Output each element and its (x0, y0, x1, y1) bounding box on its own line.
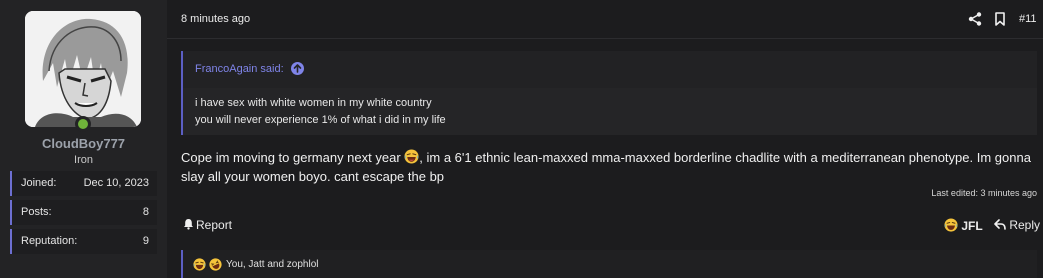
report-label: Report (196, 218, 233, 232)
online-status-indicator (75, 116, 91, 132)
stat-joined: Joined: Dec 10, 2023 (10, 171, 157, 196)
quote-text-line: you will never experience 1% of what i d… (195, 114, 446, 126)
laughing-crying-emoji-icon (944, 218, 958, 232)
post-timestamp[interactable]: 8 minutes ago (181, 13, 250, 25)
post-text: Cope im moving to germany next year (181, 150, 405, 165)
stat-reputation: Reputation: 9 (10, 229, 157, 254)
reaction-button[interactable]: JFL (944, 218, 983, 233)
quote-text-line: i have sex with white women in my white … (195, 97, 432, 109)
user-rank: Iron (74, 154, 93, 166)
stat-value: Dec 10, 2023 (83, 177, 149, 189)
avatar[interactable] (25, 11, 141, 127)
stat-value: 9 (142, 235, 149, 247)
laughing-crying-emoji-icon (193, 258, 206, 271)
bell-icon (184, 219, 193, 230)
report-button[interactable]: Report (183, 218, 232, 232)
username[interactable]: CloudBoy777 (0, 136, 167, 151)
laughing-crying-emoji-icon (404, 149, 419, 164)
stat-value: 8 (142, 206, 149, 218)
quote-block: FrancoAgain said: i have sex with white … (181, 51, 1037, 135)
post-number-link[interactable]: #11 (1019, 13, 1037, 25)
quote-header: FrancoAgain said: (183, 51, 1037, 88)
stat-posts: Posts: 8 (10, 200, 157, 225)
post-container (167, 0, 1043, 278)
last-edited-note[interactable]: Last edited: 3 minutes ago (931, 188, 1037, 198)
jump-to-quote-icon[interactable] (291, 62, 304, 75)
user-panel: CloudBoy777 Iron Joined: Dec 10, 2023 Po… (0, 0, 167, 278)
reactions-summary[interactable]: You, Jatt and zophlol (181, 250, 1037, 278)
bookmark-icon[interactable] (994, 12, 1006, 26)
stat-label: Reputation: (21, 235, 78, 247)
rolling-laughing-emoji-icon (209, 258, 222, 271)
post-header-divider (167, 38, 1043, 39)
reaction-label: JFL (961, 219, 983, 233)
reply-arrow-icon (994, 219, 1006, 230)
share-icon[interactable] (968, 12, 982, 26)
quote-author-link[interactable]: FrancoAgain said: (195, 63, 284, 75)
stat-label: Posts: (21, 206, 52, 218)
reply-label: Reply (1009, 218, 1041, 232)
reply-button[interactable]: Reply (994, 218, 1040, 232)
stat-label: Joined: (21, 177, 57, 189)
reactions-text: You, Jatt and zophlol (226, 259, 319, 270)
post-body: Cope im moving to germany next year , im… (181, 148, 1041, 186)
